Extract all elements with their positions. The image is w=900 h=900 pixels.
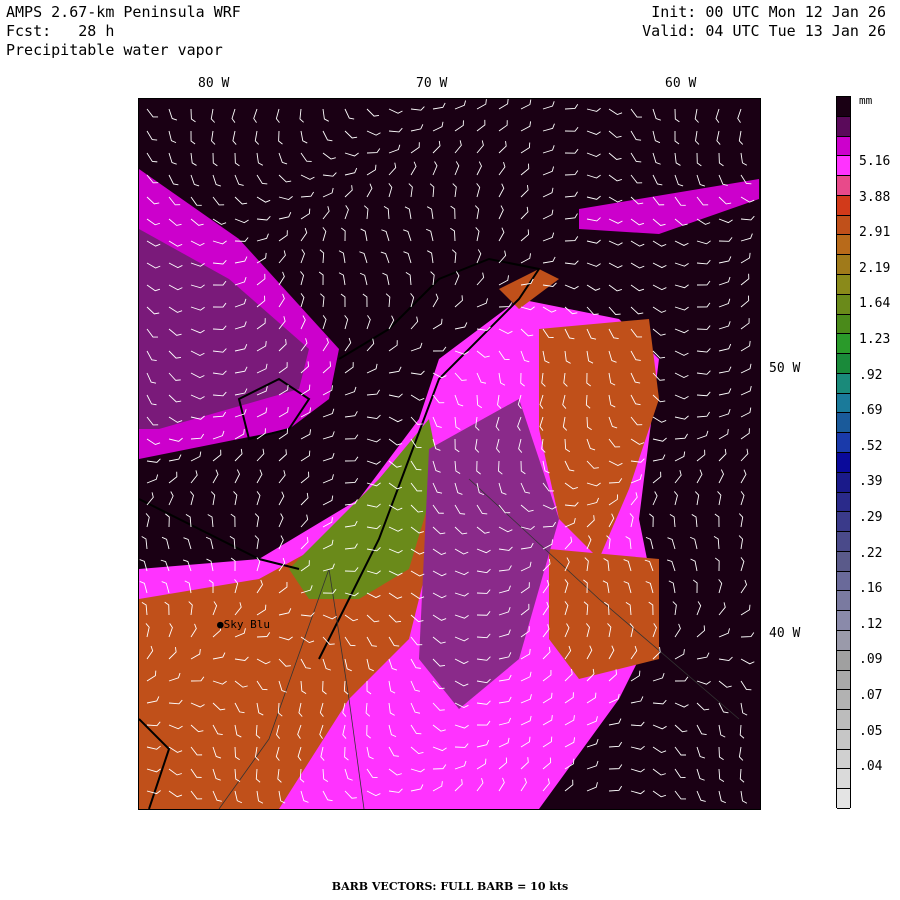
colorbar-swatch: [837, 532, 850, 552]
colorbar-units: mm: [859, 94, 873, 107]
forecast-hour: Fcst: 28 h: [6, 22, 115, 40]
colorbar-swatch: [837, 789, 850, 809]
colorbar-swatch: [837, 255, 850, 275]
colorbar-swatch: [837, 116, 850, 137]
field-name: Precipitable water vapor: [6, 41, 223, 59]
colorbar-label: .16: [859, 581, 883, 597]
colorbar: [836, 96, 851, 809]
model-title: AMPS 2.67-km Peninsula WRF: [6, 3, 241, 21]
valid-time: Valid: 04 UTC Tue 13 Jan 26: [642, 22, 886, 40]
colorbar-label: .29: [859, 510, 883, 525]
colorbar-swatch: [837, 294, 850, 315]
colorbar-label: .22: [859, 545, 883, 561]
colorbar-swatch: [837, 670, 850, 691]
pwv-map: ●Sky Blu: [138, 98, 761, 810]
colorbar-label: .07: [859, 688, 883, 703]
colorbar-swatch: [837, 710, 850, 730]
colorbar-swatch: [837, 413, 850, 434]
colorbar-swatch: [837, 690, 850, 711]
colorbar-label: .04: [859, 759, 883, 775]
colorbar-swatch: [837, 472, 850, 493]
colorbar-label: .69: [859, 403, 883, 419]
header-left: AMPS 2.67-km Peninsula WRF Fcst: 28 h Prec…: [6, 3, 241, 60]
colorbar-swatch: [837, 176, 850, 196]
colorbar-label: 5.16: [859, 154, 891, 169]
colorbar-swatch: [837, 631, 850, 651]
colorbar-label: .52: [859, 438, 883, 454]
colorbar-swatch: [837, 729, 850, 750]
colorbar-swatch: [837, 354, 850, 374]
colorbar-swatch: [837, 393, 850, 414]
station-label: Sky Blu: [223, 618, 270, 631]
lon-label-80w: 80 W: [198, 76, 230, 91]
colorbar-swatch: [837, 492, 850, 513]
lat-label-50w: 50 W: [769, 361, 801, 376]
header-right: Init: 00 UTC Mon 12 Jan 26 Valid: 04 UTC …: [642, 3, 886, 41]
colorbar-swatch: [837, 275, 850, 295]
colorbar-swatch: [837, 235, 850, 256]
colorbar-label: 3.88: [859, 189, 891, 205]
colorbar-swatch: [837, 433, 850, 453]
colorbar-label: .39: [859, 474, 883, 490]
colorbar-swatch: [837, 314, 850, 335]
colorbar-swatch: [837, 611, 850, 631]
station-sky-blu: ●Sky Blu: [217, 618, 270, 631]
station-marker-icon: ●: [217, 618, 224, 631]
colorbar-label: .09: [859, 652, 883, 668]
colorbar-label: .05: [859, 723, 883, 739]
colorbar-swatch: [837, 156, 850, 177]
colorbar-swatch: [837, 650, 850, 671]
colorbar-swatch: [837, 551, 850, 572]
colorbar-swatch: [837, 571, 850, 592]
init-time: Init: 00 UTC Mon 12 Jan 26: [651, 3, 886, 21]
colorbar-label: .92: [859, 367, 883, 383]
colorbar-swatch: [837, 453, 850, 473]
colorbar-label: 2.91: [859, 225, 891, 241]
lat-label-40w: 40 W: [769, 626, 801, 641]
barb-legend: BARB VECTORS: FULL BARB = 10 kts: [331, 880, 569, 893]
colorbar-swatch: [837, 195, 850, 216]
lon-label-60w: 60 W: [665, 76, 697, 91]
colorbar-label: .12: [859, 616, 883, 632]
colorbar-swatch: [837, 591, 850, 612]
colorbar-label: 1.23: [859, 332, 891, 347]
lon-label-70w: 70 W: [416, 76, 448, 91]
colorbar-swatch: [837, 749, 850, 770]
colorbar-swatch: [837, 215, 850, 236]
colorbar-swatch: [837, 373, 850, 394]
colorbar-label: 1.64: [859, 296, 891, 312]
colorbar-swatch: [837, 769, 850, 790]
colorbar-swatch: [837, 512, 850, 533]
colorbar-label: 2.19: [859, 260, 891, 276]
colorbar-swatch: [837, 136, 850, 157]
colorbar-swatch: [837, 334, 850, 355]
colorbar-swatch: [837, 97, 850, 117]
map-canvas: [139, 99, 760, 809]
